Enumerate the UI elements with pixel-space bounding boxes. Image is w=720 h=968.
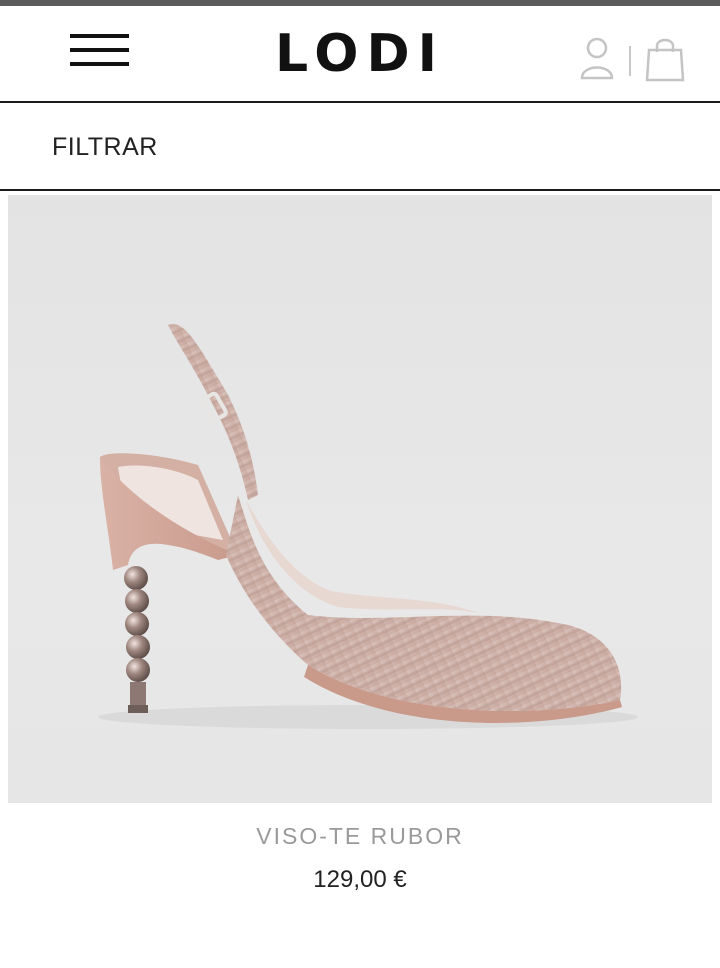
- shopping-bag-icon[interactable]: [645, 36, 685, 82]
- site-header: LODI: [0, 6, 720, 103]
- user-icon-graphic: [580, 37, 614, 80]
- site-logo[interactable]: LODI: [275, 24, 445, 84]
- user-icon[interactable]: [580, 36, 614, 80]
- icon-divider: [629, 46, 631, 76]
- menu-icon-line: [70, 34, 129, 38]
- menu-button[interactable]: [70, 34, 130, 70]
- filter-bar: FILTRAR: [0, 105, 720, 191]
- shoe-illustration: [98, 324, 638, 729]
- product-image[interactable]: [8, 195, 712, 803]
- shopping-bag-icon-graphic: [645, 38, 685, 82]
- product-name[interactable]: VISO-TE RUBOR: [0, 823, 720, 850]
- menu-icon-line: [70, 62, 129, 66]
- menu-icon-line: [70, 48, 129, 52]
- filter-button[interactable]: FILTRAR: [52, 133, 158, 162]
- product-price: 129,00 €: [313, 866, 407, 893]
